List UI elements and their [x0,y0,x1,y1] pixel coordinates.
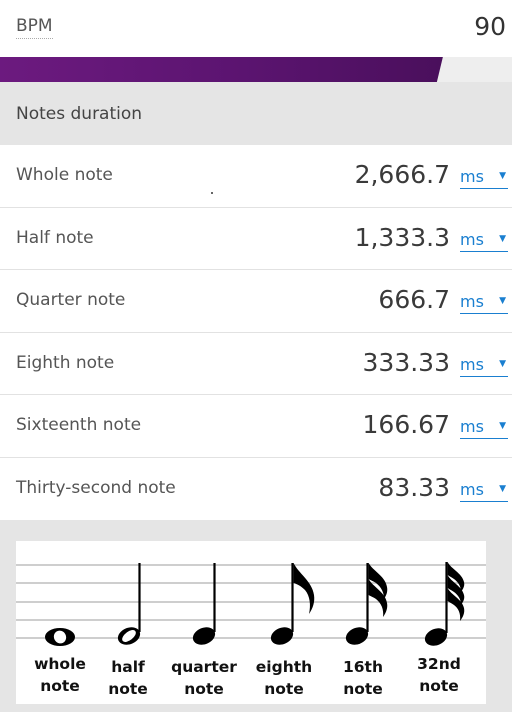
note-values-illustration: whole note half note quarter note eighth… [16,541,486,704]
unit-text: ms [460,229,484,249]
caption-line: eighth [255,658,313,676]
caption-line: note [419,677,459,695]
caret-down-icon: ▼ [499,421,506,431]
note-row-eighth: Eighth note 333.33 ms ▼ [0,332,512,395]
half-note-icon [117,563,141,645]
caret-down-icon: ▼ [499,358,506,369]
caret-down-icon: ▼ [499,171,506,181]
note-value: 166.67 [362,410,450,439]
caption-line: quarter [171,658,237,676]
bpm-slider-track[interactable] [0,57,512,82]
eighth-note-icon [270,563,315,645]
note-row-whole: Whole note 2,666.7 ms ▼ [0,145,512,208]
section-title: Notes duration [16,103,143,124]
unit-dropdown[interactable]: ms ▼ [460,167,508,189]
caption-thirty-second: 32nd note [394,653,484,697]
note-value: 2,666.7 [354,160,450,189]
caption-quarter: quarter note [159,656,249,700]
unit-dropdown[interactable]: ms ▼ [460,230,508,252]
note-value: 666.7 [378,285,450,314]
bpm-label: BPM [16,16,53,39]
note-label: Quarter note [16,290,126,310]
unit-text: ms [460,292,484,311]
note-value: 83.33 [378,472,450,502]
illustration-area: whole note half note quarter note eighth… [0,520,512,712]
note-value: 333.33 [362,347,450,377]
unit-dropdown[interactable]: ms ▼ [460,480,508,502]
note-row-quarter: Quarter note 666.7 ms ▼ [0,270,512,333]
unit-text: ms [460,167,484,186]
unit-dropdown[interactable]: ms ▼ [460,292,508,314]
note-value: 1,333.3 [354,222,450,252]
bpm-slider-fill[interactable] [0,57,443,82]
caption-line: 32nd [417,655,461,673]
unit-text: ms [460,417,484,436]
unit-text: ms [460,479,484,499]
unit-dropdown[interactable]: ms ▼ [460,355,508,377]
stray-dot [211,192,213,194]
sixteenth-note-icon [345,563,388,645]
thirty-second-note-icon [424,562,465,646]
caret-down-icon: ▼ [499,483,506,494]
caption-line: note [184,680,224,698]
note-row-half: Half note 1,333.3 ms ▼ [0,207,512,270]
caret-down-icon: ▼ [499,233,506,244]
unit-dropdown[interactable]: ms ▼ [460,417,508,439]
note-label: Whole note [16,165,113,185]
note-label: Sixteenth note [16,415,142,435]
caption-eighth: eighth note [239,656,329,700]
note-label: Thirty-second note [16,477,176,498]
whole-note-icon [45,628,75,646]
bpm-value[interactable]: 90 [474,12,506,41]
note-row-sixteenth: Sixteenth note 166.67 ms ▼ [0,395,512,458]
note-label: Half note [16,227,94,248]
unit-text: ms [460,354,484,374]
note-label: Eighth note [16,352,115,373]
caption-line: note [264,680,304,698]
quarter-note-icon [192,563,216,645]
note-row-thirty-second: Thirty-second note 83.33 ms ▼ [0,457,512,520]
bpm-row[interactable]: BPM 90 [0,0,512,57]
section-header: Notes duration [0,82,512,145]
caret-down-icon: ▼ [499,296,506,306]
